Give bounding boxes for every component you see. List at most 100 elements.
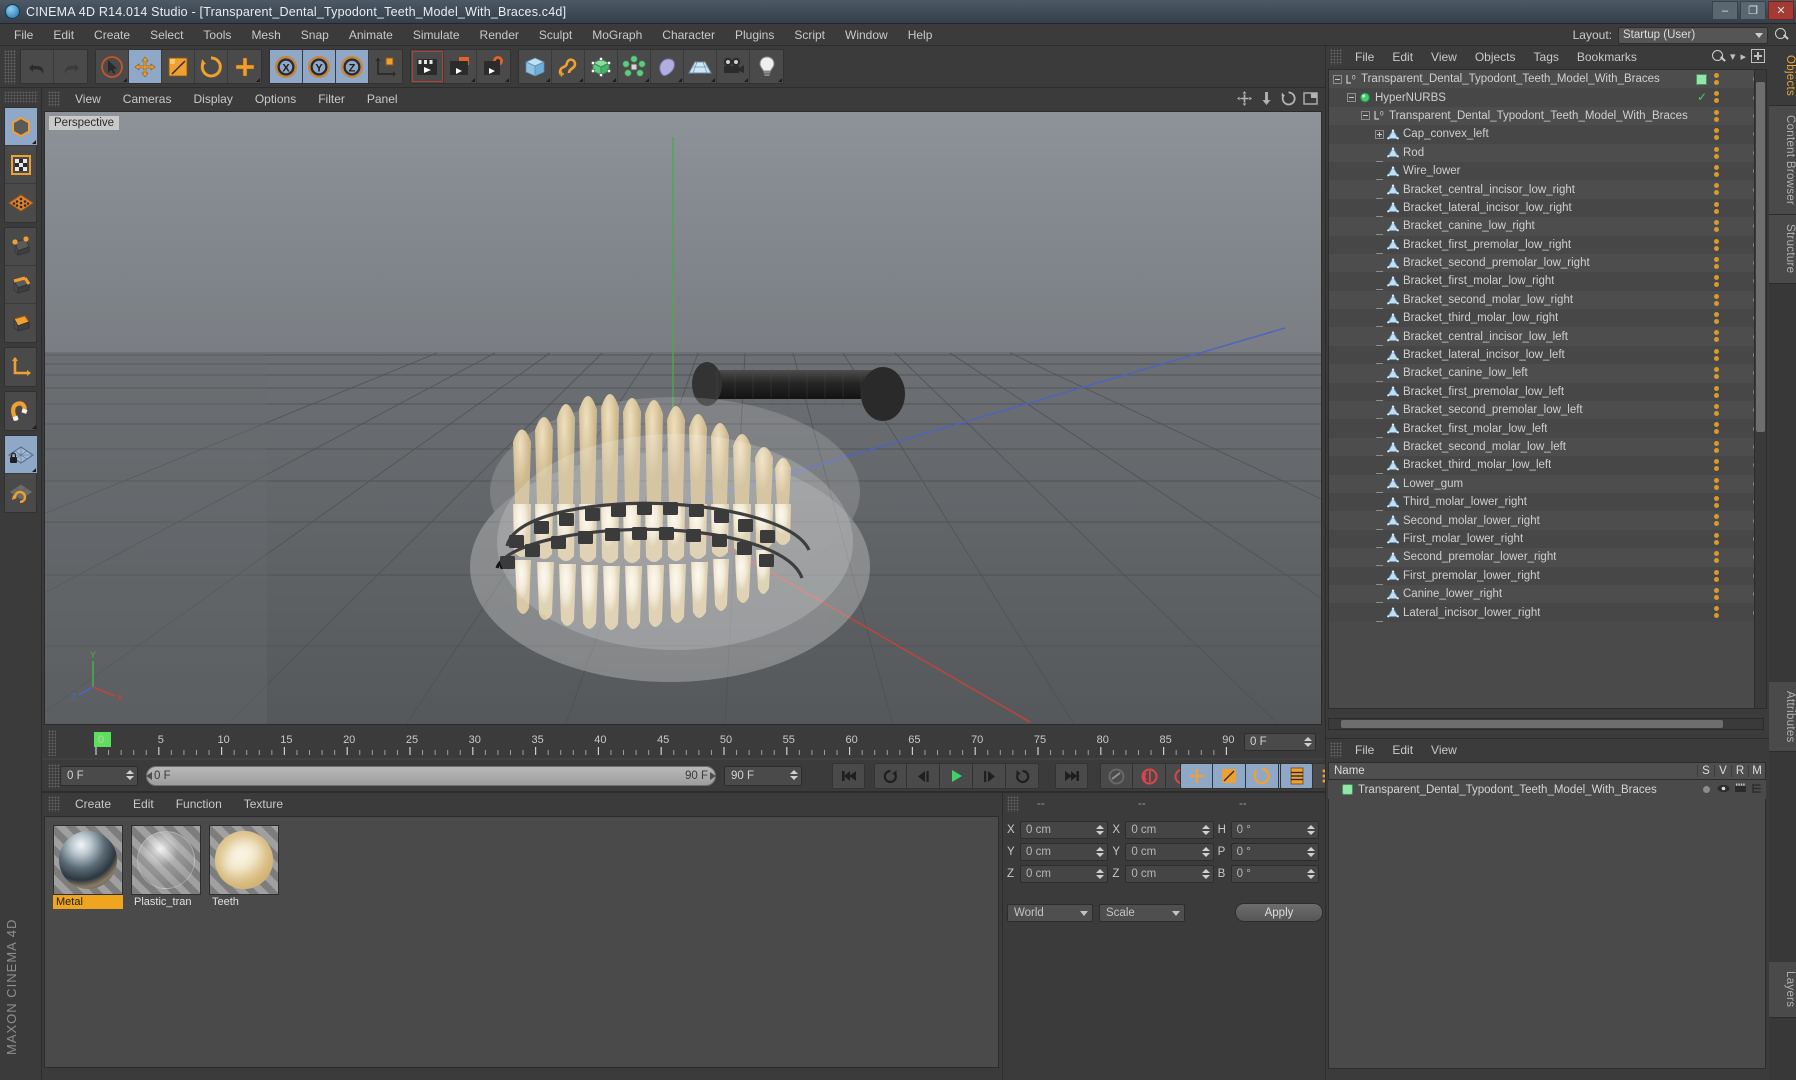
object-tree-row[interactable]: Bracket_central_incisor_low_right (1329, 180, 1763, 199)
object-tree-row[interactable]: Bracket_second_premolar_low_left (1329, 401, 1763, 420)
structure-menu-item-file[interactable]: File (1346, 739, 1383, 761)
object-menu-item-objects[interactable]: Objects (1466, 46, 1525, 68)
object-tree-row[interactable]: HyperNURBS ✓ (1329, 88, 1763, 107)
object-tree-row[interactable]: Third_molar_lower_right (1329, 492, 1763, 512)
apply-button[interactable]: Apply (1235, 903, 1323, 922)
viewport-menu-item-filter[interactable]: Filter (307, 88, 356, 110)
render-settings-button[interactable] (477, 50, 510, 83)
keyframe-position-button[interactable] (1180, 763, 1213, 789)
object-menu-item-file[interactable]: File (1346, 46, 1383, 68)
object-tree-row[interactable]: Bracket_first_premolar_low_right (1329, 235, 1763, 254)
add-hypernurbs-button[interactable] (585, 50, 618, 83)
material-list[interactable]: Metal Plastic_tran Teeth (44, 816, 999, 1068)
collapse-icon[interactable]: ▾ (1730, 50, 1736, 63)
minimize-button[interactable]: – (1712, 1, 1738, 20)
object-tree-row[interactable]: Bracket_canine_low_left (1329, 364, 1763, 383)
object-tree-row[interactable]: Bracket_lateral_incisor_low_right (1329, 198, 1763, 218)
perspective-viewport[interactable]: Perspective Y X Z (44, 111, 1322, 725)
tab-objects[interactable]: Objects (1769, 46, 1796, 107)
object-tree[interactable]: 0 Transparent_Dental_Typodont_Teeth_Model… (1328, 69, 1764, 709)
object-tree-row[interactable]: Bracket_second_premolar_low_right (1329, 253, 1763, 273)
play-button[interactable] (940, 763, 973, 789)
rotation-p-input[interactable]: 0 ° (1230, 842, 1319, 861)
object-menu-item-edit[interactable]: Edit (1383, 46, 1422, 68)
size-y-spinner[interactable] (1201, 846, 1210, 859)
add-array-button[interactable] (618, 50, 651, 83)
menu-item-sculpt[interactable]: Sculpt (529, 24, 582, 46)
object-menu-item-tags[interactable]: Tags (1525, 46, 1568, 68)
menu-item-create[interactable]: Create (84, 24, 140, 46)
render-view-button[interactable] (411, 50, 444, 83)
step-back-button[interactable] (907, 763, 940, 789)
tab-layers[interactable]: Layers (1769, 962, 1796, 1018)
coordinates-grip[interactable] (1007, 796, 1019, 812)
rotation-h-spinner[interactable] (1306, 824, 1315, 837)
object-tree-row[interactable]: Second_premolar_lower_right (1329, 548, 1763, 567)
object-tree-row[interactable]: Lower_gum (1329, 474, 1763, 493)
scale-tool[interactable] (162, 50, 195, 83)
object-tree-row[interactable]: First_molar_lower_right (1329, 529, 1763, 549)
add-tool[interactable] (228, 50, 261, 83)
search-icon[interactable] (1774, 27, 1790, 43)
menu-item-animate[interactable]: Animate (339, 24, 403, 46)
hypernurbs-enabled-icon[interactable]: ✓ (1697, 90, 1707, 104)
layer-row[interactable]: Transparent_Dental_Typodont_Teeth_Model_… (1328, 780, 1766, 799)
object-tree-row[interactable]: First_premolar_lower_right (1329, 566, 1763, 585)
workplane-mode-button[interactable] (5, 474, 37, 512)
rotate-tool[interactable] (195, 50, 228, 83)
position-z-input[interactable]: 0 cm (1020, 864, 1109, 883)
size-x-input[interactable]: 0 cm (1125, 820, 1214, 839)
position-y-spinner[interactable] (1096, 846, 1105, 859)
collapse-node-icon[interactable] (1347, 93, 1356, 103)
size-z-spinner[interactable] (1201, 868, 1210, 881)
add-camera-button[interactable] (717, 50, 750, 83)
layer-visible-icon[interactable] (1715, 784, 1732, 796)
step-forward-button[interactable] (973, 763, 1006, 789)
material-item[interactable]: Teeth (209, 825, 279, 909)
current-frame-field[interactable]: 0 F (1244, 733, 1316, 751)
model-mode-button[interactable] (5, 108, 37, 146)
menu-item-mesh[interactable]: Mesh (241, 24, 290, 46)
workplane-grid-button[interactable] (5, 184, 37, 222)
menu-item-help[interactable]: Help (898, 24, 943, 46)
maximize-view-icon[interactable] (1303, 91, 1318, 106)
enable-axis-modification-button[interactable] (5, 348, 37, 386)
layer-manager-icon[interactable] (1749, 783, 1766, 797)
timeline-ruler[interactable]: 0 5 10 15 20 25 30 35 40 45 50 55 60 65 70 75 80 85 90 (56, 730, 1236, 756)
viewport-menu-item-cameras[interactable]: Cameras (112, 88, 183, 110)
layout-select[interactable]: Startup (User) (1618, 26, 1768, 44)
structure-menu-grip[interactable] (1330, 742, 1342, 758)
autokeying-button[interactable] (1133, 763, 1166, 789)
timeline-view-button[interactable] (1280, 763, 1313, 789)
render-to-picture-viewer-button[interactable] (444, 50, 477, 83)
object-tree-row[interactable]: Cap_convex_left (1329, 125, 1763, 144)
keyframe-scale-button[interactable] (1213, 763, 1246, 789)
position-x-input[interactable]: 0 cm (1020, 820, 1109, 839)
structure-menu-item-edit[interactable]: Edit (1383, 739, 1422, 761)
go-to-end-button[interactable] (1055, 763, 1088, 789)
object-tree-row[interactable]: Wire_lower (1329, 161, 1763, 181)
keyframe-rotation-button[interactable] (1246, 763, 1279, 789)
rotation-p-spinner[interactable] (1306, 846, 1315, 859)
object-tree-row[interactable]: Bracket_canine_low_right (1329, 217, 1763, 236)
structure-body[interactable] (1328, 799, 1766, 1069)
scroll-thumb[interactable] (1756, 82, 1765, 432)
size-x-spinner[interactable] (1201, 824, 1210, 837)
add-layer-icon[interactable] (1751, 49, 1765, 63)
menu-item-script[interactable]: Script (784, 24, 835, 46)
menu-item-edit[interactable]: Edit (43, 24, 84, 46)
menu-item-render[interactable]: Render (470, 24, 529, 46)
size-z-input[interactable]: 0 cm (1125, 864, 1214, 883)
position-x-spinner[interactable] (1096, 824, 1105, 837)
zoom-view-icon[interactable] (1259, 91, 1274, 106)
position-y-input[interactable]: 0 cm (1020, 842, 1109, 861)
object-tree-row[interactable]: Bracket_third_molar_low_left (1329, 456, 1763, 475)
undo-button[interactable] (21, 50, 54, 83)
rotation-b-spinner[interactable] (1306, 868, 1315, 881)
position-z-spinner[interactable] (1096, 868, 1105, 881)
material-menu-item-texture[interactable]: Texture (233, 793, 294, 815)
material-menu-item-create[interactable]: Create (64, 793, 122, 815)
points-mode-button[interactable] (5, 228, 37, 266)
move-tool[interactable] (129, 50, 162, 83)
object-tree-hscrollbar[interactable] (1328, 718, 1764, 730)
